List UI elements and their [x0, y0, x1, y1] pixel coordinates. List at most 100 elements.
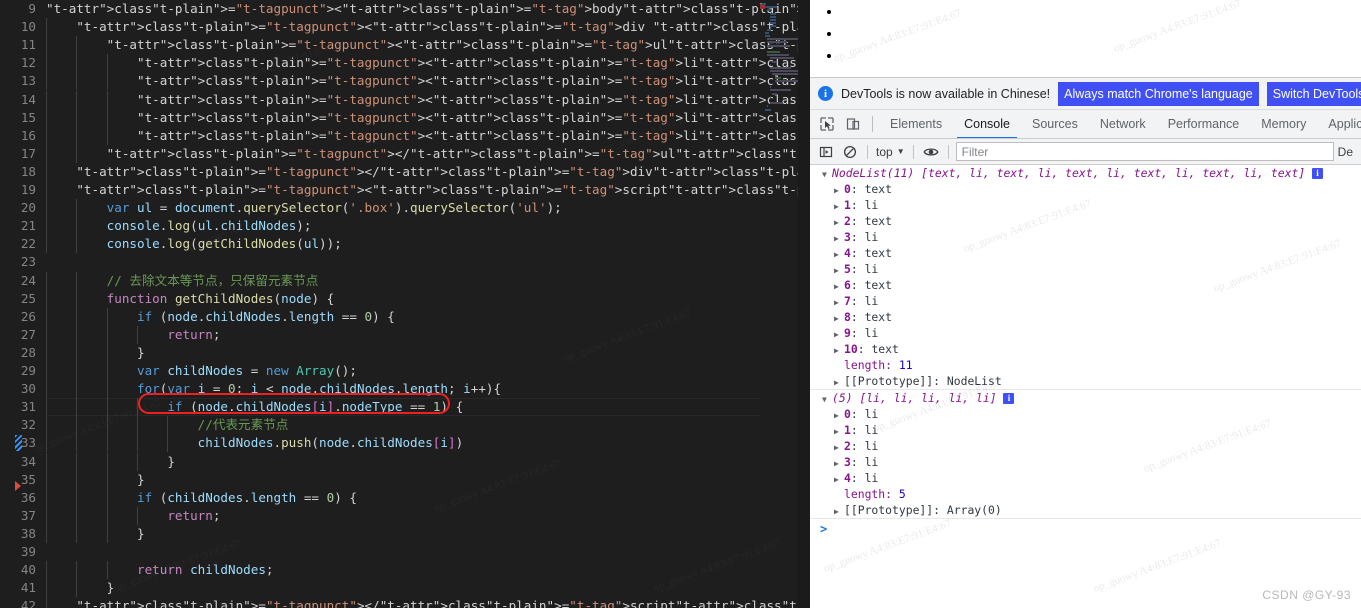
- console-prototype-row[interactable]: ▶ [[Prototype]]: NodeList: [810, 373, 1361, 389]
- console-toolbar[interactable]: top ▼ De: [810, 139, 1361, 165]
- console-entry-header[interactable]: ▼ (5) [li, li, li, li, li] i: [810, 390, 1361, 406]
- console-property-row[interactable]: ▶ 9: li: [810, 325, 1361, 341]
- code-line[interactable]: 34 }: [0, 452, 810, 471]
- code-line[interactable]: 29 var childNodes = new Array();: [0, 362, 810, 381]
- info-badge-icon[interactable]: i: [1312, 168, 1324, 179]
- code-line[interactable]: 19 "t-attr">class"t-plain">="t-tagpunct"…: [0, 181, 810, 200]
- console-property-row[interactable]: ▶ 3: li: [810, 229, 1361, 245]
- editor-scrollbar[interactable]: [798, 0, 810, 608]
- console-levels-dropdown[interactable]: De: [1334, 145, 1357, 159]
- code-line[interactable]: 18 "t-attr">class"t-plain">="t-tagpunct"…: [0, 162, 810, 181]
- code-line[interactable]: 39: [0, 543, 810, 561]
- console-filter-input[interactable]: [955, 142, 1334, 161]
- code-line[interactable]: 35 }: [0, 470, 810, 489]
- code-line[interactable]: 32 //代表元素节点: [0, 416, 810, 435]
- code-line[interactable]: 24 // 去除文本等节点，只保留元素节点: [0, 271, 810, 290]
- devtools-language-notification: i DevTools is now available in Chinese! …: [810, 78, 1361, 110]
- info-badge-icon[interactable]: i: [1003, 393, 1015, 404]
- code-line[interactable]: 21 console.log(ul.childNodes);: [0, 217, 810, 236]
- code-line[interactable]: 25 function getChildNodes(node) {: [0, 289, 810, 308]
- console-property-row[interactable]: ▶ 4: text: [810, 245, 1361, 261]
- code-line[interactable]: 22 console.log(getChildNodes(ul));: [0, 235, 810, 254]
- code-line[interactable]: 41 }: [0, 579, 810, 598]
- breakpoint-arrow-icon[interactable]: [15, 480, 21, 491]
- console-property-row[interactable]: ▶ 4: li: [810, 470, 1361, 486]
- console-prototype-row[interactable]: ▶ [[Prototype]]: Array(0): [810, 502, 1361, 518]
- console-property-row[interactable]: ▶ 6: text: [810, 277, 1361, 293]
- minimap-line: [772, 92, 778, 95]
- console-property-row[interactable]: ▶ 0: li: [810, 406, 1361, 422]
- tab-network[interactable]: Network: [1089, 110, 1157, 138]
- expand-caret-icon[interactable]: ▼: [822, 167, 832, 183]
- code-line[interactable]: 26 if (node.childNodes.length == 0) {: [0, 307, 810, 326]
- code-line[interactable]: 14 "t-attr">class"t-plain">="t-tagpunct"…: [0, 90, 810, 109]
- property-separator: :: [850, 230, 865, 244]
- console-property-row[interactable]: ▶ 3: li: [810, 454, 1361, 470]
- code-editor-panel[interactable]: 9 "t-attr">class"t-plain">="t-tagpunct"><…: [0, 0, 810, 608]
- code-line[interactable]: 28 }: [0, 343, 810, 362]
- code-line[interactable]: 30 for(var i = 0; i < node.childNodes.le…: [0, 380, 810, 399]
- console-property-row[interactable]: ▶ 10: text: [810, 341, 1361, 357]
- live-expression-icon[interactable]: [919, 141, 943, 163]
- line-number: 9: [28, 1, 36, 16]
- editor-minimap[interactable]: [758, 0, 806, 608]
- console-property-row[interactable]: ▶ 1: li: [810, 197, 1361, 213]
- code-line[interactable]: 42 "t-attr">class"t-plain">="t-tagpunct"…: [0, 597, 810, 608]
- device-toolbar-icon[interactable]: [840, 111, 866, 137]
- code-line[interactable]: 9 "t-attr">class"t-plain">="t-tagpunct"><…: [0, 0, 810, 18]
- console-sidebar-icon[interactable]: [814, 141, 838, 163]
- expand-caret-icon[interactable]: ▶: [834, 504, 844, 520]
- expand-caret-icon[interactable]: ▶: [834, 472, 844, 488]
- code-line[interactable]: 31 if (node.childNodes[i].nodeType == 1)…: [0, 398, 810, 417]
- code-line[interactable]: 36 if (childNodes.length == 0) {: [0, 488, 810, 507]
- code-text: "t-attr">class"t-plain">="t-tagpunct"><"…: [137, 127, 810, 143]
- console-entry-header[interactable]: ▼ NodeList(11) [text, li, text, li, text,…: [810, 165, 1361, 181]
- code-line[interactable]: 23: [0, 253, 810, 271]
- code-line[interactable]: 13 "t-attr">class"t-plain">="t-tagpunct"…: [0, 72, 810, 91]
- console-prompt[interactable]: >: [810, 519, 1361, 539]
- line-number: 31: [20, 399, 36, 415]
- code-line[interactable]: 33 childNodes.push(node.childNodes[i]): [0, 434, 810, 453]
- prototype-label: [[Prototype]]: Array(0): [844, 503, 1002, 517]
- expand-caret-icon[interactable]: ▼: [822, 392, 832, 408]
- code-line[interactable]: 27 return;: [0, 325, 810, 344]
- code-line[interactable]: 15 "t-attr">class"t-plain">="t-tagpunct"…: [0, 108, 810, 127]
- minimap-line: [767, 105, 768, 108]
- console-property-row[interactable]: ▶ 2: li: [810, 438, 1361, 454]
- code-lines-container[interactable]: 9 "t-attr">class"t-plain">="t-tagpunct"><…: [0, 0, 810, 608]
- console-property-row[interactable]: ▶ 8: text: [810, 309, 1361, 325]
- expand-caret-icon[interactable]: ▶: [834, 343, 844, 359]
- tab-memory[interactable]: Memory: [1250, 110, 1317, 138]
- tab-performance[interactable]: Performance: [1157, 110, 1251, 138]
- console-property-row[interactable]: ▶ 1: li: [810, 422, 1361, 438]
- code-line[interactable]: 10 "t-attr">class"t-plain">="t-tagpunct"…: [0, 18, 810, 37]
- code-line[interactable]: 38 }: [0, 524, 810, 543]
- execution-context-selector[interactable]: top ▼: [873, 145, 908, 159]
- console-property-row[interactable]: ▶ 0: text: [810, 181, 1361, 197]
- code-line[interactable]: 20 var ul = document.querySelector('.box…: [0, 199, 810, 218]
- console-entry[interactable]: ▼ NodeList(11) [text, li, text, li, text,…: [810, 165, 1361, 390]
- always-match-language-button[interactable]: Always match Chrome's language: [1058, 81, 1259, 106]
- console-property-row[interactable]: ▶ 2: text: [810, 213, 1361, 229]
- tab-application[interactable]: Applic: [1317, 110, 1361, 138]
- code-line[interactable]: 17 "t-attr">class"t-plain">="t-tagpunct"…: [0, 144, 810, 163]
- minimap-line: [769, 19, 777, 21]
- tab-console[interactable]: Console: [953, 110, 1021, 138]
- clear-console-icon[interactable]: [838, 141, 862, 163]
- code-line[interactable]: 40 return childNodes;: [0, 561, 810, 580]
- code-line[interactable]: 11 "t-attr">class"t-plain">="t-tagpunct"…: [0, 36, 810, 55]
- code-line[interactable]: 12 "t-attr">class"t-plain">="t-tagpunct"…: [0, 54, 810, 73]
- code-line[interactable]: 16 "t-attr">class"t-plain">="t-tagpunct"…: [0, 126, 810, 145]
- console-output[interactable]: ▼ NodeList(11) [text, li, text, li, text,…: [810, 165, 1361, 608]
- expand-caret-icon[interactable]: ▶: [834, 375, 844, 391]
- tab-elements[interactable]: Elements: [879, 110, 953, 138]
- inspect-element-icon[interactable]: [814, 111, 840, 137]
- tab-sources[interactable]: Sources: [1021, 110, 1089, 138]
- code-line[interactable]: 37 return;: [0, 506, 810, 525]
- console-property-row[interactable]: ▶ 5: li: [810, 261, 1361, 277]
- console-entry[interactable]: ▼ (5) [li, li, li, li, li] i ▶ 0: li ▶ 1: li ▶…: [810, 390, 1361, 519]
- devtools-tab-bar[interactable]: Elements Console Sources Network Perform…: [810, 110, 1361, 139]
- console-property-row[interactable]: ▶ 7: li: [810, 293, 1361, 309]
- code-text: "t-attr">class"t-plain">="t-tagpunct"><"…: [76, 19, 810, 35]
- switch-devtools-language-button[interactable]: Switch DevTools to C: [1266, 81, 1361, 106]
